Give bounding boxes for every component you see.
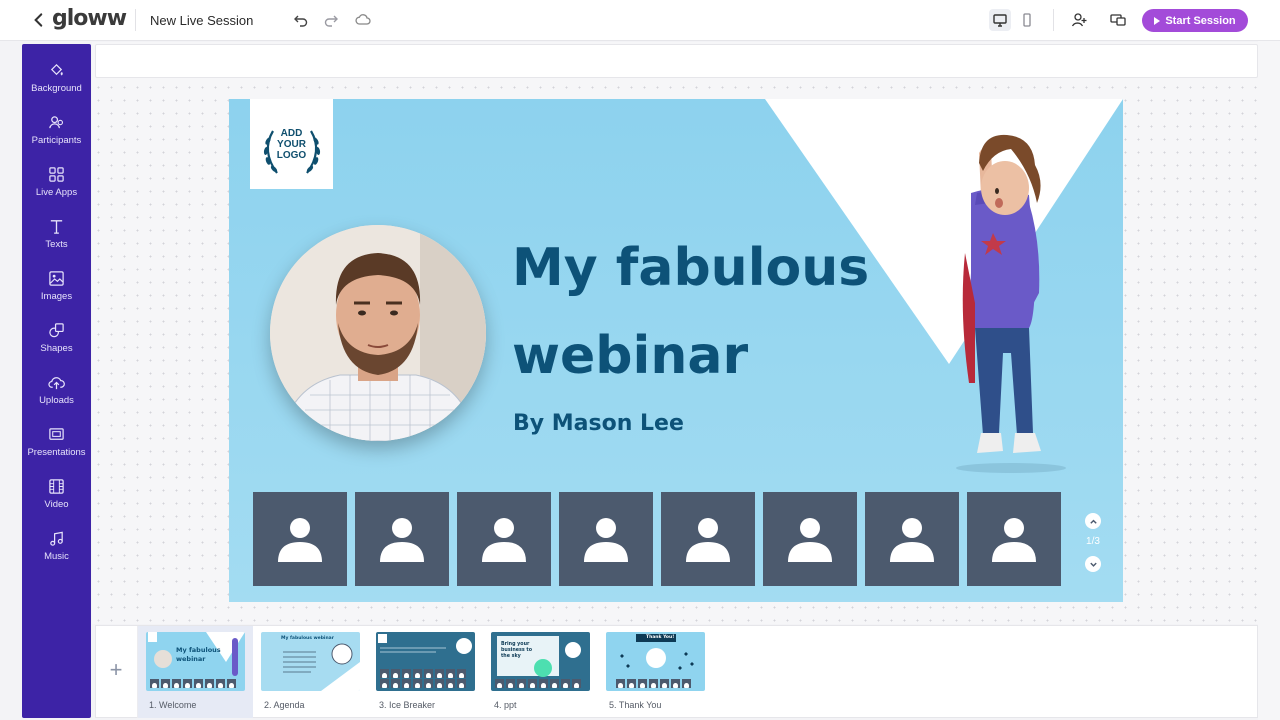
participant-tile[interactable]	[253, 492, 347, 586]
add-slide-button[interactable]: +	[105, 659, 127, 681]
user-placeholder-icon	[278, 518, 322, 562]
sidebar-item-images[interactable]: Images	[22, 266, 91, 314]
add-user-icon[interactable]	[1069, 10, 1089, 30]
participant-tile[interactable]	[763, 492, 857, 586]
participant-tile[interactable]	[355, 492, 449, 586]
slide-thumb-agenda[interactable]: My fabulous webinar 2. Agenda	[253, 626, 368, 718]
sidebar-item-texts[interactable]: Texts	[22, 214, 91, 262]
divider	[1053, 9, 1054, 31]
participant-tile[interactable]	[457, 492, 551, 586]
divider	[135, 9, 136, 31]
music-icon	[50, 531, 63, 546]
user-placeholder-icon	[380, 518, 424, 562]
slide-thumb-welcome[interactable]: My fabulous webinar 1. Welcome	[138, 626, 253, 718]
slide-canvas[interactable]: ADD YOUR LOGO My fabulous webinar By Mas…	[229, 99, 1123, 602]
sidebar-item-live-apps[interactable]: Live Apps	[22, 162, 91, 210]
cloud-sync-icon[interactable]	[353, 10, 373, 30]
sidebar: Background Participants Live Apps Texts …	[22, 44, 91, 718]
user-placeholder-icon	[788, 518, 832, 562]
presenter-photo[interactable]	[270, 225, 486, 441]
slide-thumbnail-image	[376, 632, 475, 691]
redo-icon[interactable]	[321, 10, 341, 30]
shapes-icon	[49, 323, 64, 338]
participant-tile[interactable]	[661, 492, 755, 586]
logo-placeholder-text: ADD YOUR LOGO	[276, 127, 307, 161]
back-chevron-icon[interactable]	[30, 11, 48, 29]
grid-icon	[49, 167, 64, 182]
sidebar-item-video[interactable]: Video	[22, 474, 91, 522]
slide-thumbnail-image: Thank You!	[606, 632, 705, 691]
screens-icon[interactable]	[1108, 10, 1128, 30]
sidebar-item-participants[interactable]: Participants	[22, 110, 91, 158]
participant-tile[interactable]	[967, 492, 1061, 586]
slide-thumb-ice-breaker[interactable]: 3. Ice Breaker	[368, 626, 483, 718]
presenter-portrait-image	[270, 225, 486, 441]
participant-tile[interactable]	[865, 492, 959, 586]
sidebar-item-uploads[interactable]: Uploads	[22, 370, 91, 418]
sidebar-item-background[interactable]: Background	[22, 58, 91, 106]
slide-thumb-ppt[interactable]: Bring your business to the sky 4. ppt	[483, 626, 598, 718]
user-placeholder-icon	[584, 518, 628, 562]
video-icon	[49, 479, 64, 494]
mobile-view-icon[interactable]	[1017, 10, 1037, 30]
presentation-icon	[49, 428, 64, 440]
slide-byline[interactable]: By Mason Lee	[513, 411, 684, 436]
tile-pager: 1/3	[1080, 512, 1106, 576]
slide-thumbnail-image: My fabulous webinar	[261, 632, 360, 691]
user-placeholder-icon	[686, 518, 730, 562]
right-gutter	[1258, 41, 1280, 720]
participant-tiles	[253, 492, 1063, 586]
chevron-down-icon[interactable]	[1085, 556, 1101, 572]
chevron-up-icon[interactable]	[1085, 513, 1101, 529]
pager-text: 1/3	[1086, 536, 1100, 547]
slide-thumbnail-image: Bring your business to the sky	[491, 632, 590, 691]
text-toolbar-strip	[95, 44, 1258, 78]
user-placeholder-icon	[890, 518, 934, 562]
sidebar-item-presentations[interactable]: Presentations	[22, 422, 91, 470]
user-placeholder-icon	[482, 518, 526, 562]
play-icon	[1154, 16, 1161, 25]
image-icon	[49, 271, 64, 286]
upload-icon	[48, 377, 65, 390]
sidebar-item-shapes[interactable]: Shapes	[22, 318, 91, 366]
slide-thumb-thank-you[interactable]: Thank You! 5. Thank You	[598, 626, 713, 718]
top-bar: gloww New Live Session Start Session	[0, 0, 1280, 41]
add-logo-placeholder[interactable]: ADD YOUR LOGO	[250, 99, 333, 189]
session-name[interactable]: New Live Session	[150, 13, 253, 28]
sidebar-item-music[interactable]: Music	[22, 526, 91, 574]
user-placeholder-icon	[992, 518, 1036, 562]
participant-tile[interactable]	[559, 492, 653, 586]
paint-bucket-icon	[50, 63, 63, 76]
gloww-logo[interactable]: gloww	[52, 6, 127, 31]
start-session-button[interactable]: Start Session	[1142, 9, 1248, 32]
desktop-view-icon[interactable]	[989, 9, 1011, 31]
undo-icon[interactable]	[291, 10, 311, 30]
slide-title[interactable]: My fabulous webinar	[512, 224, 932, 400]
child-reaching-image[interactable]	[941, 133, 1071, 473]
slide-thumbnail-image: My fabulous webinar	[146, 632, 245, 691]
participants-icon	[49, 116, 64, 129]
text-icon	[50, 220, 63, 234]
